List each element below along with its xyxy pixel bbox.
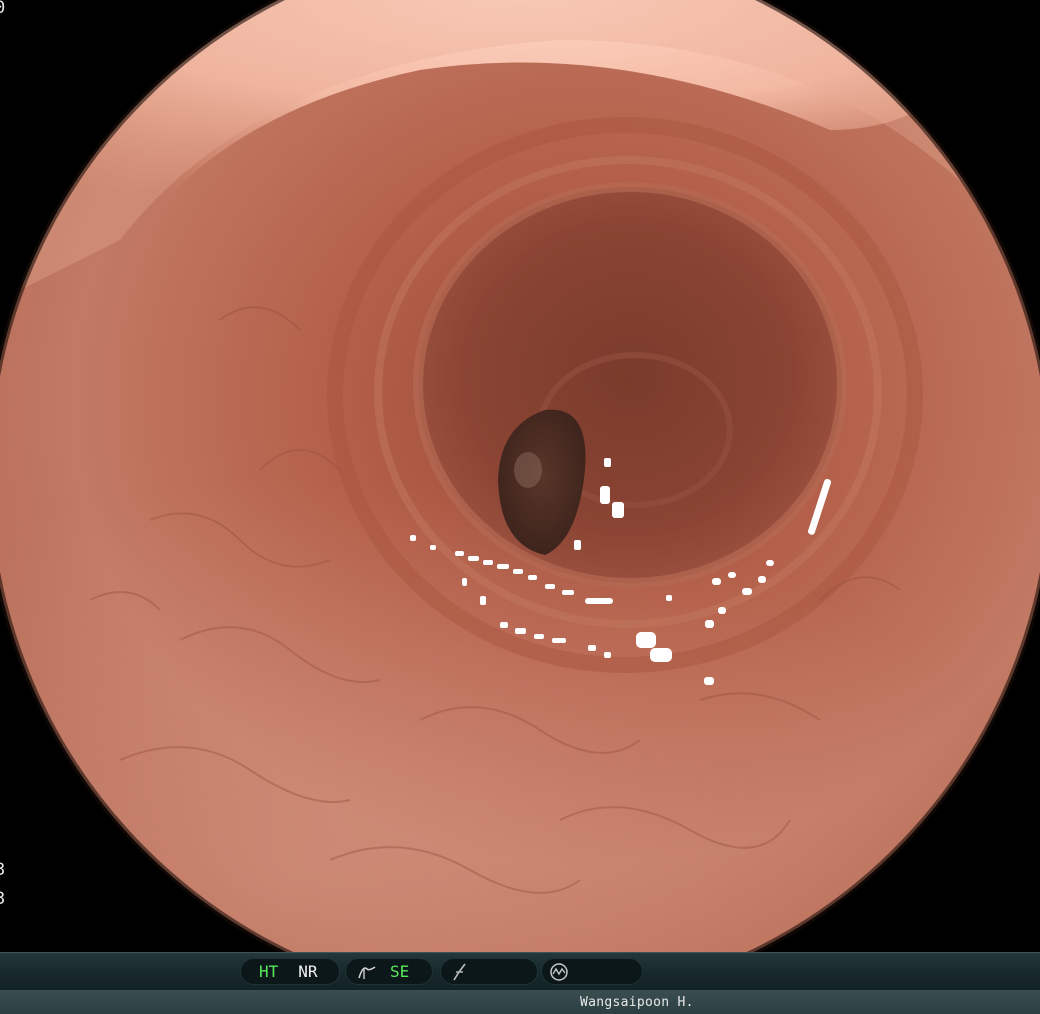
endoscopic-image: 0 3 3 [0,0,1040,952]
processor-status-bar: HT NR SE [0,952,1040,990]
operator-name: Wangsaipoon H. [580,995,694,1010]
colon-lumen-view [0,0,1040,952]
status-pill-ht-nr: HT NR [240,958,340,985]
operator-footer: Wangsaipoon H. [0,990,1040,1014]
edge-digit-lower-1: 3 [0,860,6,880]
edge-digit-lower-2: 3 [0,889,6,909]
se-indicator: SE [390,962,410,981]
light-source-icon [548,961,570,983]
status-pill-light [541,958,643,985]
ht-indicator: HT [259,962,279,981]
nr-indicator: NR [298,962,318,981]
status-pill-color [440,958,538,985]
edge-digit-top: 0 [0,0,6,18]
status-pill-se: SE [345,958,433,985]
structure-enhancement-icon [356,961,378,983]
color-mode-icon [449,961,471,983]
